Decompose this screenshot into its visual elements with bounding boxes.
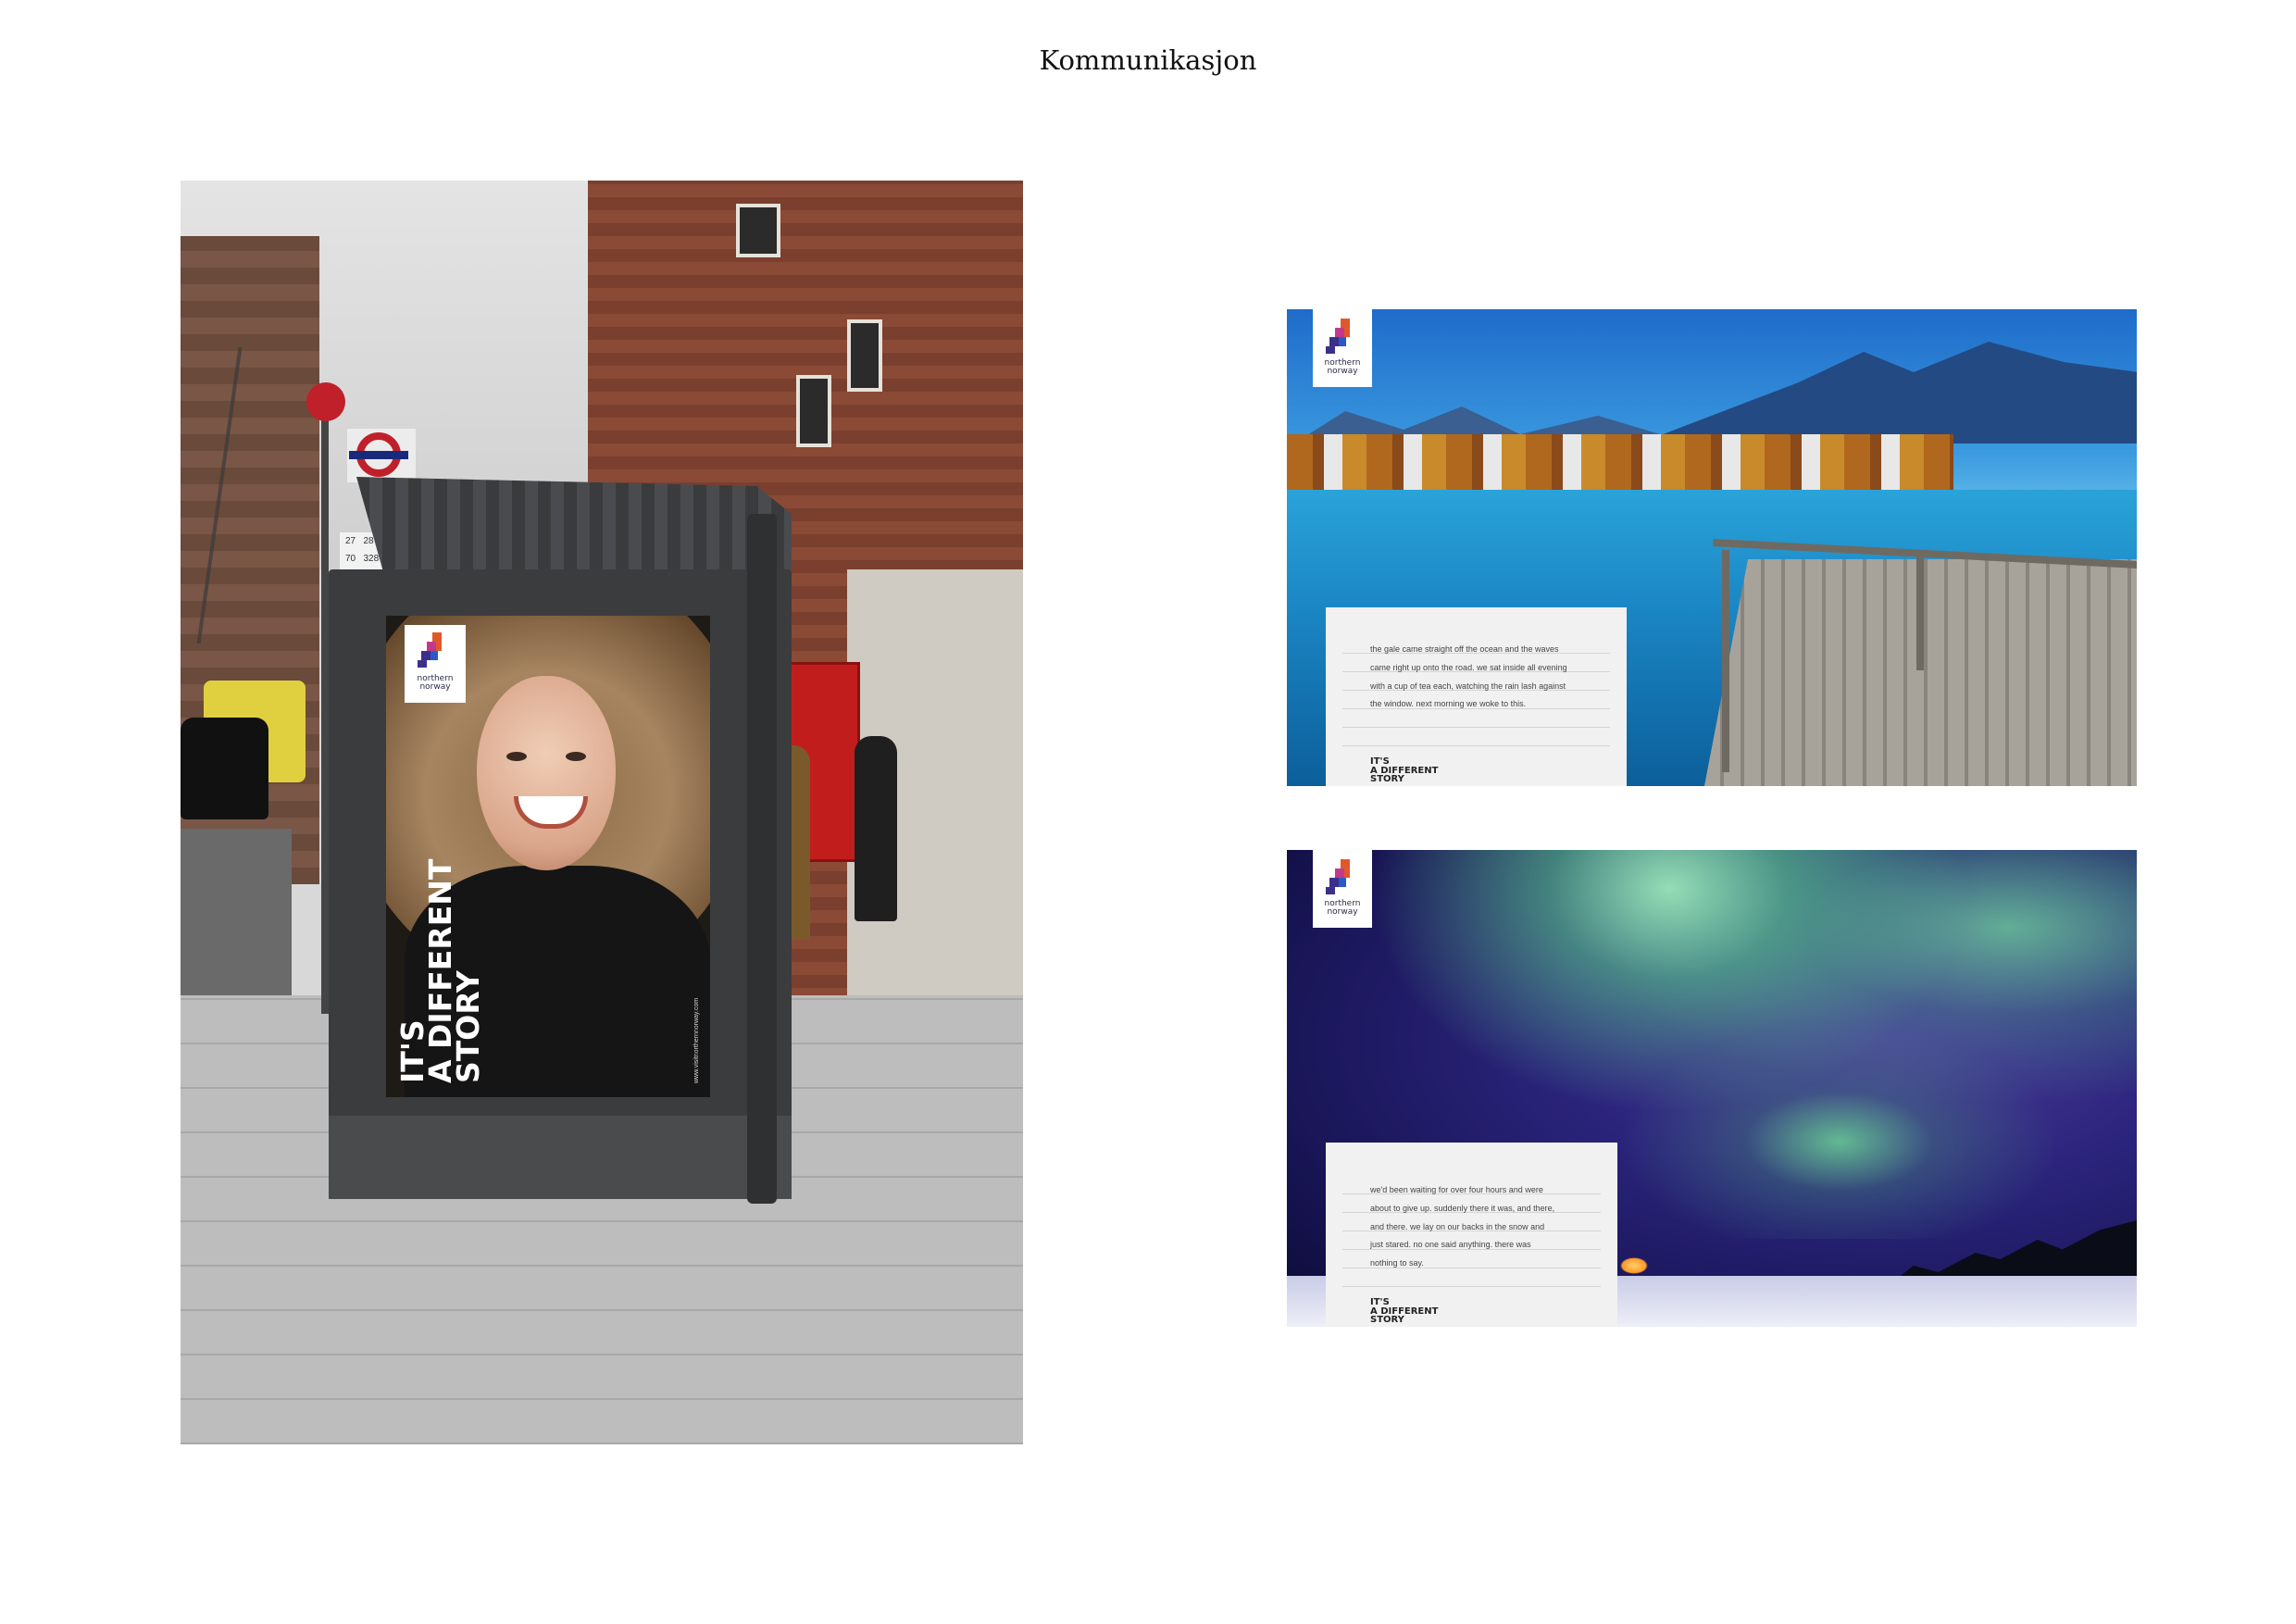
logo-line2: norway (419, 682, 451, 692)
story-text: the gale came straight off the ocean and… (1370, 644, 1567, 709)
fjord-banner: northern norway the gale came straight o… (1287, 309, 2137, 786)
shelter-post (747, 514, 777, 1204)
logo-line2: norway (1327, 367, 1358, 376)
bus-stop-pole (321, 412, 329, 1014)
window (847, 319, 882, 392)
northern-norway-logo-icon (418, 632, 442, 668)
ruled-line (1342, 745, 1610, 746)
banner-logo: northern norway (1313, 850, 1372, 928)
smile (514, 796, 588, 829)
page-title: Kommunikasjon (1039, 44, 1257, 76)
poster-url: www.visitnorthernnorway.com (693, 997, 700, 1083)
bus-stop-sign (306, 382, 345, 421)
window (736, 204, 780, 257)
mountains (1639, 342, 2137, 443)
aurora-banner: northern norway we'd been waiting for ov… (1287, 850, 2137, 1327)
shelter-roof (356, 477, 792, 569)
card-tagline: IT'S A DIFFERENT STORY (1370, 756, 1439, 784)
route-number: 70 (345, 554, 356, 564)
bus-shelter-photo: 27 28 70 328 northern norway IT'S A DIFF… (181, 181, 1023, 1444)
ruled-line (1342, 1286, 1601, 1287)
black-taxi (181, 718, 268, 819)
card-tagline: IT'S A DIFFERENT STORY (1370, 1297, 1439, 1325)
logo-wordmark: northern norway (1313, 359, 1372, 376)
roundel-bar (349, 451, 408, 459)
banner-logo: northern norway (1313, 309, 1372, 387)
poster-logo: northern norway (405, 625, 466, 703)
story-card: we'd been waiting for over four hours an… (1326, 1143, 1617, 1327)
story-text: we'd been waiting for over four hours an… (1370, 1185, 1555, 1268)
smiling-face (477, 676, 616, 870)
logo-wordmark: northern norway (405, 675, 466, 692)
distant-light (1620, 1257, 1648, 1274)
logo-wordmark: northern norway (1313, 900, 1372, 917)
poster-tagline: IT'S A DIFFERENT STORY (394, 858, 486, 1083)
pedestrian (855, 736, 897, 921)
ruled-line (1342, 727, 1610, 728)
logo-line2: norway (1327, 907, 1358, 917)
dock-post (1916, 550, 1924, 670)
fishing-village (1287, 434, 1953, 490)
eye (566, 752, 586, 761)
eye (506, 752, 527, 761)
northern-norway-logo-icon (1326, 859, 1350, 895)
route-number: 328 (363, 554, 380, 564)
route-number: 27 (345, 536, 356, 546)
window (796, 375, 831, 447)
shelter-poster: northern norway IT'S A DIFFERENT STORY w… (386, 616, 710, 1097)
story-card: the gale came straight off the ocean and… (1326, 607, 1627, 786)
northern-norway-logo-icon (1326, 319, 1350, 355)
dock-post (1722, 550, 1729, 772)
route-number: 28 (363, 536, 374, 546)
shelter-base (329, 1116, 792, 1199)
